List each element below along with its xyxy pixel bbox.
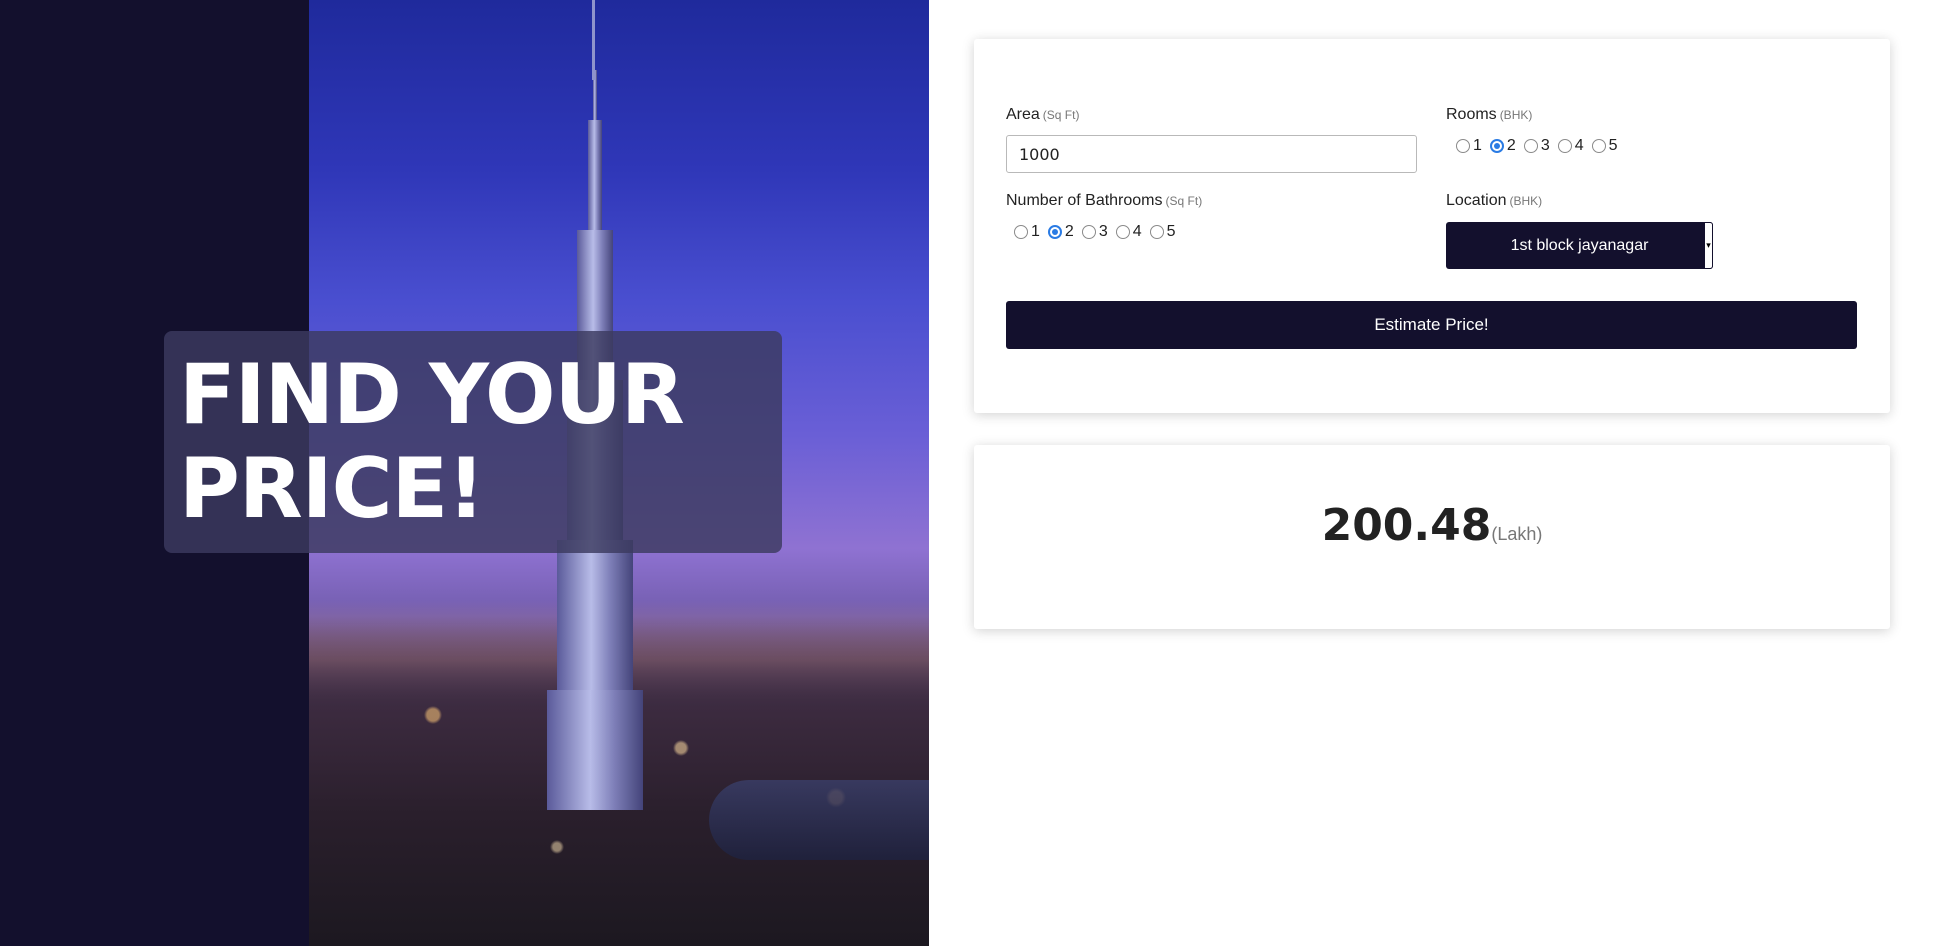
radio-icon[interactable] bbox=[1523, 139, 1538, 153]
radio-icon[interactable] bbox=[1149, 225, 1164, 239]
bathrooms-radio-group: 1 2 3 4 5 bbox=[1014, 223, 1184, 241]
bathrooms-option-2[interactable]: 2 bbox=[1047, 223, 1074, 241]
radio-icon[interactable] bbox=[1557, 139, 1572, 153]
estimate-price-button[interactable]: Estimate Price! bbox=[1006, 301, 1857, 349]
location-label: Location (BHK) bbox=[1446, 192, 1543, 209]
estimated-price-unit: (Lakh) bbox=[1491, 524, 1543, 544]
bathrooms-label: Number of Bathrooms (Sq Ft) bbox=[1006, 192, 1203, 209]
bathrooms-option-4[interactable]: 4 bbox=[1115, 223, 1142, 241]
radio-icon[interactable] bbox=[1115, 225, 1130, 239]
rooms-option-3[interactable]: 3 bbox=[1523, 137, 1550, 155]
rooms-option-5[interactable]: 5 bbox=[1591, 137, 1618, 155]
area-input[interactable] bbox=[1006, 135, 1417, 173]
area-label: Area (Sq Ft) bbox=[1006, 106, 1080, 123]
rooms-label: Rooms (BHK) bbox=[1446, 106, 1533, 123]
bathrooms-option-3[interactable]: 3 bbox=[1081, 223, 1108, 241]
bathrooms-option-5[interactable]: 5 bbox=[1149, 223, 1176, 241]
location-select[interactable]: 1st block jayanagar ▾ bbox=[1446, 222, 1713, 269]
result-display: 200.48(Lakh) bbox=[974, 500, 1890, 551]
location-select-value: 1st block jayanagar bbox=[1510, 236, 1649, 254]
radio-icon[interactable] bbox=[1014, 225, 1028, 239]
radio-selected-icon[interactable] bbox=[1047, 225, 1062, 239]
radio-icon[interactable] bbox=[1456, 139, 1470, 153]
rooms-option-1[interactable]: 1 bbox=[1456, 137, 1482, 155]
estimated-price-value: 200.48 bbox=[1321, 500, 1492, 551]
rooms-option-2[interactable]: 2 bbox=[1489, 137, 1516, 155]
radio-selected-icon[interactable] bbox=[1489, 139, 1504, 153]
chevron-down-icon[interactable]: ▾ bbox=[1703, 222, 1713, 269]
radio-icon[interactable] bbox=[1591, 139, 1606, 153]
hero-title: FIND YOUR PRICE! bbox=[179, 346, 685, 537]
radio-icon[interactable] bbox=[1081, 225, 1096, 239]
rooms-radio-group: 1 2 3 4 5 bbox=[1456, 137, 1626, 155]
bathrooms-option-1[interactable]: 1 bbox=[1014, 223, 1040, 241]
rooms-option-4[interactable]: 4 bbox=[1557, 137, 1584, 155]
